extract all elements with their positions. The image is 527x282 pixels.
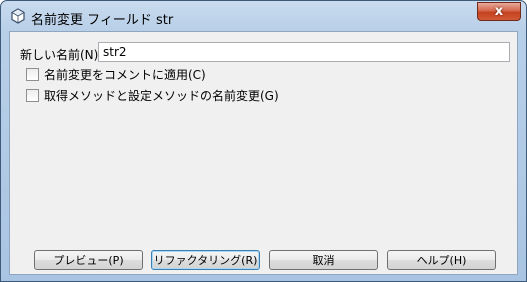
apply-to-comments-checkbox[interactable]: [26, 68, 39, 81]
rename-dialog-window: 名前変更 フィールド str x 新しい名前(N): 名前変更をコメントに適用(…: [0, 0, 527, 282]
help-button[interactable]: ヘルプ(H): [387, 250, 496, 270]
netbeans-cube-icon: [10, 8, 26, 24]
close-icon: x: [494, 4, 504, 19]
rename-accessors-checkbox[interactable]: [26, 89, 39, 102]
title-bar[interactable]: 名前変更 フィールド str x: [1, 1, 526, 31]
close-button[interactable]: x: [477, 2, 521, 21]
preview-button[interactable]: プレビュー(P): [34, 250, 143, 270]
dialog-content: 新しい名前(N): 名前変更をコメントに適用(C) 取得メソッドと設定メソッドの…: [9, 31, 518, 275]
cancel-button[interactable]: 取消: [269, 250, 378, 270]
new-name-label: 新しい名前(N):: [20, 48, 103, 62]
refactor-button[interactable]: リファクタリング(R): [151, 250, 260, 270]
new-name-input[interactable]: [98, 42, 510, 62]
apply-to-comments-label[interactable]: 名前変更をコメントに適用(C): [44, 66, 206, 83]
rename-accessors-label[interactable]: 取得メソッドと設定メソッドの名前変更(G): [44, 87, 279, 104]
window-title: 名前変更 フィールド str: [31, 13, 174, 28]
apply-to-comments-option[interactable]: 名前変更をコメントに適用(C): [26, 66, 206, 83]
rename-accessors-option[interactable]: 取得メソッドと設定メソッドの名前変更(G): [26, 87, 279, 104]
